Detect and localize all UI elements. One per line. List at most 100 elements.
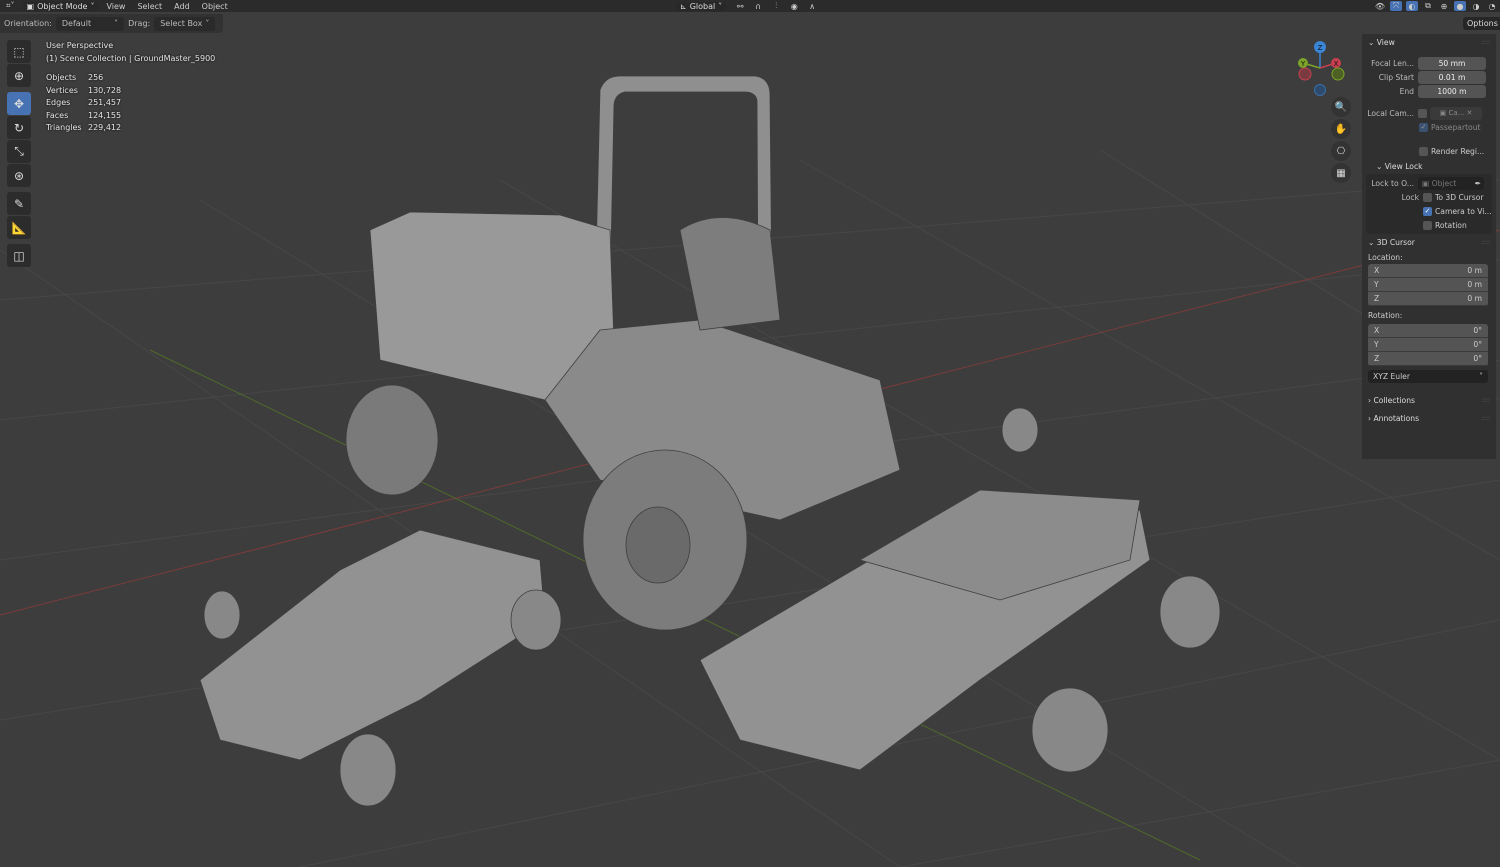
drag-grip-icon[interactable]: :::: xyxy=(1482,239,1490,246)
orientation-dropdown[interactable]: Default ˅ xyxy=(55,16,125,31)
caster-wheel xyxy=(339,733,397,807)
cursor-rotation-z[interactable]: Z 0° xyxy=(1368,352,1488,366)
panel-collections-header[interactable]: › Collections:::: xyxy=(1362,391,1496,409)
zoom-icon[interactable]: 🔍 xyxy=(1331,97,1351,117)
menu-object[interactable]: Object xyxy=(196,2,234,11)
lock-to-object-field[interactable]: ▣ Object ✒ xyxy=(1418,176,1484,190)
cursor-location-y[interactable]: Y0 m xyxy=(1368,278,1488,292)
menu-view[interactable]: View xyxy=(100,2,131,11)
measure-tool-icon[interactable]: 📐 xyxy=(7,216,31,239)
cursor-location-x[interactable]: X0 m xyxy=(1368,264,1488,278)
pan-hand-icon[interactable]: ✋ xyxy=(1331,119,1351,139)
viewport-header: ⌗˅ ▣ Object Mode ˅ View Select Add Object … xyxy=(0,0,1500,12)
options-button[interactable]: Options xyxy=(1463,17,1500,30)
tool-settings-bar: Orientation: Default ˅ Drag: Select Box ˅ xyxy=(0,14,224,33)
svg-text:Z: Z xyxy=(1318,44,1323,52)
render-region-checkbox[interactable] xyxy=(1419,146,1428,156)
rear-wheel xyxy=(345,384,439,496)
orientation-icon: ⊾ xyxy=(680,1,687,11)
panel-view-header[interactable]: ⌄ View:::: xyxy=(1362,34,1496,50)
chevron-down-icon: ˅ xyxy=(114,19,119,28)
lock-rotation-checkbox[interactable] xyxy=(1423,220,1432,230)
chevron-down-icon: ⌄ xyxy=(1376,161,1385,171)
caster-wheel xyxy=(1001,407,1039,453)
sidebar-n-panel: ⌄ View:::: Focal Len... 50 mm Clip Start 0… xyxy=(1362,34,1496,459)
rendered-shading-icon[interactable]: ◔ xyxy=(1486,1,1498,11)
rotate-tool-icon[interactable]: ↻ xyxy=(7,116,31,139)
chevron-down-icon: ⌄ xyxy=(1368,37,1377,47)
drag-grip-icon[interactable]: :::: xyxy=(1482,397,1490,404)
panel-3d-cursor-header[interactable]: ⌄ 3D Cursor:::: xyxy=(1362,234,1496,250)
chevron-down-icon: ˅ xyxy=(90,1,95,11)
3d-viewport[interactable] xyxy=(0,0,1500,867)
caster-wheel xyxy=(510,589,562,651)
svg-text:X: X xyxy=(1334,60,1339,68)
lock-to-cursor-checkbox[interactable] xyxy=(1423,192,1432,202)
editor-type-icon[interactable]: ⌗˅ xyxy=(0,1,21,11)
cursor-location-fields: X0 m Y0 m Z0 m xyxy=(1368,264,1488,306)
panel-view-lock-header[interactable]: ⌄ View Lock xyxy=(1362,158,1496,174)
falloff-icon[interactable]: ∧ xyxy=(806,1,818,11)
chevron-down-icon: ⌄ xyxy=(1368,237,1377,247)
wireframe-shading-icon[interactable]: ⊕ xyxy=(1438,1,1450,11)
caster-wheel xyxy=(1159,575,1221,649)
clip-start-field[interactable]: 0.01 m xyxy=(1418,70,1486,84)
add-cube-tool-icon[interactable]: ◫ xyxy=(7,244,31,267)
transform-tool-icon[interactable]: ⊛ xyxy=(7,164,31,187)
panel-annotations-header[interactable]: › Annotations:::: xyxy=(1362,409,1496,427)
focal-length-field[interactable]: 50 mm xyxy=(1418,56,1486,70)
left-deck xyxy=(199,529,546,761)
perspective-toggle-icon[interactable]: ▦ xyxy=(1331,163,1351,183)
local-camera-checkbox[interactable] xyxy=(1418,108,1427,118)
drag-grip-icon[interactable]: :::: xyxy=(1482,415,1490,422)
object-mode-icon: ▣ xyxy=(26,1,35,11)
local-camera-field[interactable]: ▣ Ca... ✕ xyxy=(1430,106,1482,120)
rotation-mode-dropdown[interactable]: XYZ Euler ˅ xyxy=(1368,370,1488,383)
camera-to-view-checkbox[interactable]: ✓ xyxy=(1423,206,1432,216)
visibility-icon[interactable]: 👁 xyxy=(1374,1,1386,11)
drag-grip-icon[interactable]: :::: xyxy=(1482,39,1490,46)
chevron-down-icon: ˅ xyxy=(205,19,210,28)
clip-end-field[interactable]: 1000 m xyxy=(1418,84,1486,98)
cursor-rotation-fields: X 0° Y 0° Z 0° xyxy=(1368,324,1488,366)
drag-dropdown[interactable]: Select Box ˅ xyxy=(154,16,216,31)
mode-dropdown[interactable]: ▣ Object Mode ˅ xyxy=(22,1,99,11)
select-box-tool-icon[interactable]: ⬚ xyxy=(7,40,31,63)
scene-statistics: Objects 256 Vertices 130,728 Edges 251,457 … xyxy=(46,73,122,132)
caster-wheel xyxy=(1031,687,1109,773)
move-tool-icon[interactable]: ✥ xyxy=(7,92,31,115)
eyedropper-icon[interactable]: ✒ xyxy=(1475,177,1484,190)
material-shading-icon[interactable]: ◑ xyxy=(1470,1,1482,11)
svg-text:Y: Y xyxy=(1300,60,1306,68)
pivot-point-icon[interactable]: ⚯ xyxy=(734,1,746,11)
mower-model[interactable] xyxy=(199,75,1221,807)
cursor-rotation-y[interactable]: Y 0° xyxy=(1368,338,1488,352)
snap-target-icon[interactable]: ⫶ xyxy=(770,1,782,11)
transform-orientation-dropdown[interactable]: ⊾ Global ˅ xyxy=(676,1,727,11)
view-name: User Perspective xyxy=(46,41,114,50)
annotate-tool-icon[interactable]: ✎ xyxy=(7,192,31,215)
solid-shading-icon[interactable]: ● xyxy=(1454,1,1466,11)
camera-view-icon[interactable]: ⎔ xyxy=(1331,141,1351,161)
viewport-scene xyxy=(0,75,1500,867)
toolbar: ⬚ ⊕ ✥ ↻ ⤡ ⊛ ✎ 📐 ◫ xyxy=(7,40,33,268)
gizmo-toggle-icon[interactable]: ⤧ xyxy=(1390,1,1402,11)
caster-wheel xyxy=(203,590,241,640)
passepartout-checkbox[interactable]: ✓ xyxy=(1419,122,1428,132)
view-lock-subpanel: Lock to O... ▣ Object ✒ Lock To 3D Cursor ✓… xyxy=(1366,174,1492,234)
viewport-info-overlay: User Perspective (1) Scene Collection | … xyxy=(46,40,215,135)
active-collection: (1) Scene Collection | GroundMaster_5900 xyxy=(46,53,216,63)
seat xyxy=(679,217,781,331)
proportional-edit-icon[interactable]: ◉ xyxy=(788,1,800,11)
snap-icon[interactable]: ∩ xyxy=(752,1,764,11)
chevron-down-icon: ˅ xyxy=(1479,372,1483,381)
cursor-location-z[interactable]: Z0 m xyxy=(1368,292,1488,306)
cursor-tool-icon[interactable]: ⊕ xyxy=(7,64,31,87)
navigation-gizmo[interactable]: Z X Y xyxy=(1292,38,1348,98)
xray-icon[interactable]: ⧉ xyxy=(1422,1,1434,11)
menu-select[interactable]: Select xyxy=(131,2,168,11)
menu-add[interactable]: Add xyxy=(168,2,196,11)
cursor-rotation-x[interactable]: X 0° xyxy=(1368,324,1488,338)
scale-tool-icon[interactable]: ⤡ xyxy=(7,140,31,163)
overlay-toggle-icon[interactable]: ◐ xyxy=(1406,1,1418,11)
